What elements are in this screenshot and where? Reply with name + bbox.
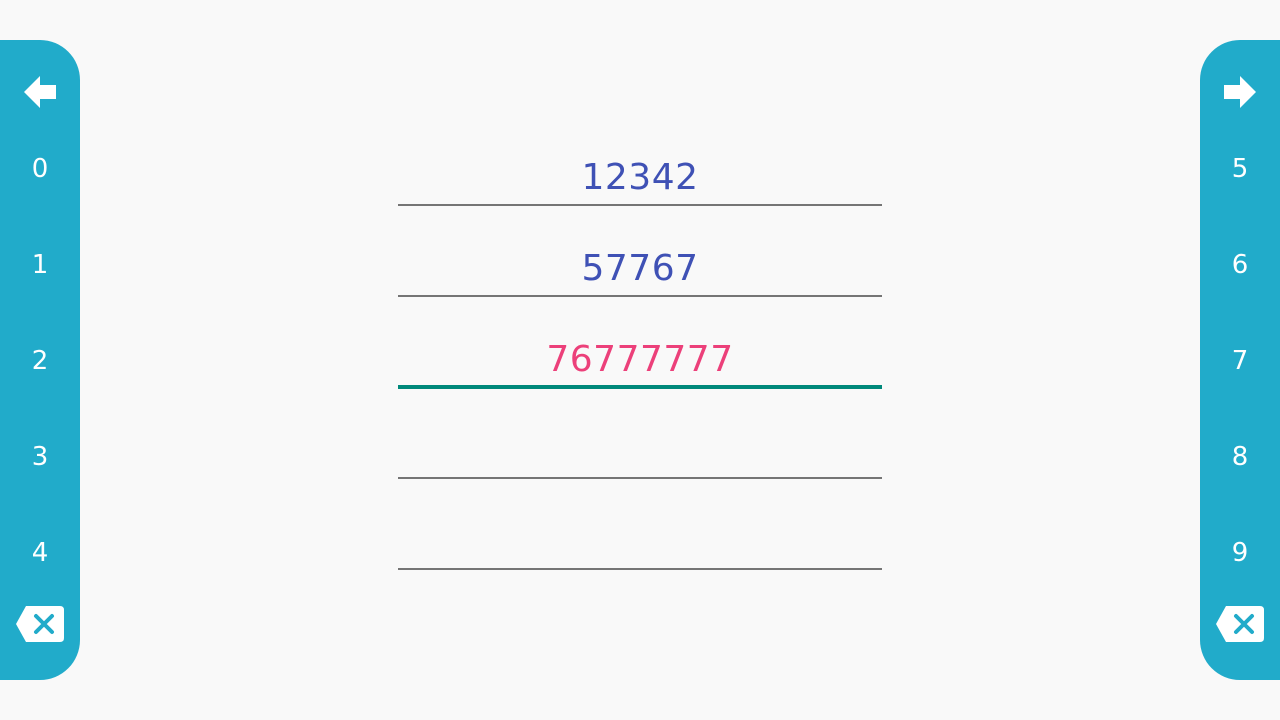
entry-field-4[interactable] (398, 419, 882, 479)
entry-field-3-active[interactable]: 76777777 (398, 328, 882, 389)
right-keypad: 5 6 7 8 9 (1200, 40, 1280, 680)
entry-value: 76777777 (546, 339, 734, 380)
key-0[interactable]: 0 (0, 149, 80, 189)
arrow-left-icon[interactable] (24, 76, 56, 108)
key-2[interactable]: 2 (0, 341, 80, 381)
left-keypad: 0 1 2 3 4 (0, 40, 80, 680)
arrow-right-icon[interactable] (1224, 76, 1256, 108)
key-9[interactable]: 9 (1200, 533, 1280, 573)
entry-underline (398, 295, 882, 297)
entry-field-5[interactable] (398, 510, 882, 570)
entry-field-2[interactable]: 57767 (398, 237, 882, 297)
entry-field-1[interactable]: 12342 (398, 146, 882, 206)
key-7[interactable]: 7 (1200, 341, 1280, 381)
key-3[interactable]: 3 (0, 437, 80, 477)
key-8[interactable]: 8 (1200, 437, 1280, 477)
entry-underline (398, 204, 882, 206)
key-6[interactable]: 6 (1200, 245, 1280, 285)
entry-underline-active (398, 385, 882, 389)
backspace-icon[interactable] (16, 606, 64, 642)
key-4[interactable]: 4 (0, 533, 80, 573)
entry-underline (398, 568, 882, 570)
entry-value: 57767 (581, 248, 699, 289)
key-5[interactable]: 5 (1200, 149, 1280, 189)
key-1[interactable]: 1 (0, 245, 80, 285)
backspace-icon[interactable] (1216, 606, 1264, 642)
entry-underline (398, 477, 882, 479)
entry-value: 12342 (581, 157, 699, 198)
